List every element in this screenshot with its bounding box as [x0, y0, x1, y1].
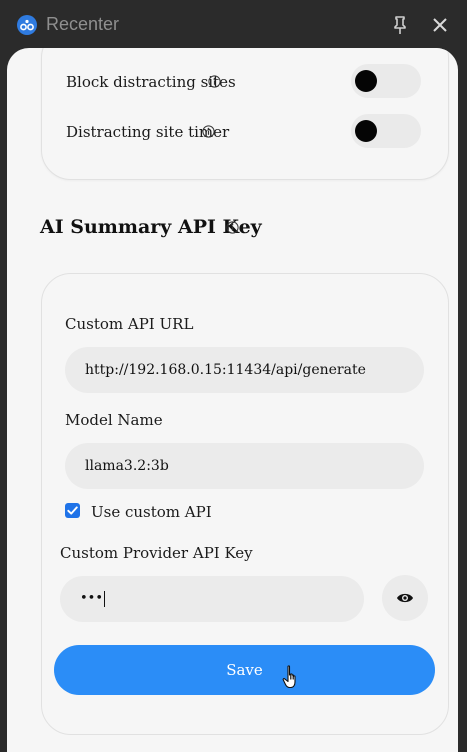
pin-icon[interactable]	[389, 14, 411, 36]
custom-url-input[interactable]: http://192.168.0.15:11434/api/generate	[65, 347, 424, 393]
info-icon[interactable]	[202, 125, 215, 138]
provider-key-value: •••	[80, 591, 104, 606]
title-bar: Recenter	[0, 0, 467, 50]
provider-key-label: Custom Provider API Key	[60, 544, 253, 562]
use-custom-api-label[interactable]: Use custom API	[91, 503, 212, 521]
text-caret	[104, 590, 106, 607]
close-icon[interactable]	[430, 15, 450, 35]
toggle-knob	[355, 70, 377, 92]
info-icon[interactable]	[208, 75, 221, 88]
site-timer-toggle[interactable]	[351, 114, 421, 148]
save-button[interactable]: Save	[54, 645, 435, 695]
toggle-knob	[355, 120, 377, 142]
settings-panel: Block distracting sites Distracting site…	[7, 48, 458, 752]
recenter-logo-icon	[17, 15, 37, 35]
custom-url-label: Custom API URL	[65, 315, 194, 333]
info-icon[interactable]	[226, 221, 239, 234]
model-name-input[interactable]: llama3.2:3b	[65, 443, 424, 489]
hand-cursor-icon	[282, 665, 296, 689]
block-sites-toggle[interactable]	[351, 64, 421, 98]
eye-icon[interactable]	[382, 575, 428, 621]
model-name-label: Model Name	[65, 411, 163, 429]
use-custom-api-checkbox[interactable]	[65, 503, 80, 518]
provider-key-input[interactable]: •••	[60, 576, 364, 622]
window-title: Recenter	[46, 14, 120, 34]
